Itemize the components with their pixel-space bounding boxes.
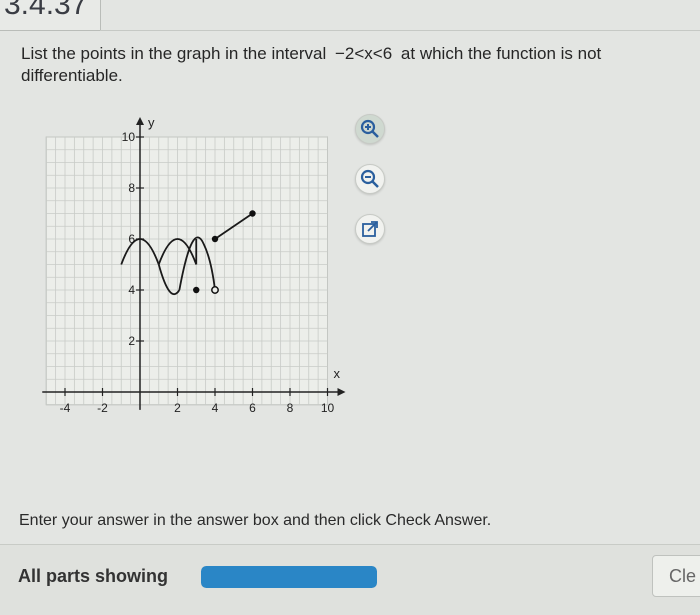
x-axis-label: x <box>334 366 341 381</box>
x-tick-label: 10 <box>321 401 335 415</box>
clear-all-button[interactable]: Cle <box>652 555 700 597</box>
x-tick-label: 6 <box>249 401 256 415</box>
instruction-text: Enter your answer in the answer box and … <box>19 512 492 529</box>
graph-filled-point <box>211 235 219 243</box>
progress-bar <box>201 566 377 588</box>
zoom-in-button[interactable] <box>355 114 385 144</box>
external-link-icon <box>362 221 378 237</box>
zoom-out-button[interactable] <box>355 164 385 194</box>
x-tick-label: 8 <box>287 401 294 415</box>
x-axis-arrow <box>337 388 346 396</box>
y-axis-arrow <box>136 117 144 125</box>
progress-fill <box>201 566 377 588</box>
zoom-in-icon <box>360 119 379 138</box>
parts-showing-label: All parts showing <box>18 566 169 586</box>
graph-open-point <box>211 286 219 294</box>
x-tick-label: 2 <box>174 401 181 415</box>
x-tick-label: 4 <box>212 401 219 415</box>
footer-bar: All parts showing Cle <box>0 544 700 615</box>
graph-filled-point <box>249 210 256 217</box>
y-tick-label: 10 <box>122 130 136 144</box>
y-axis-label: y <box>148 115 155 130</box>
y-tick-label: 4 <box>128 283 135 297</box>
graph-filled-point <box>193 286 200 294</box>
open-external-button[interactable] <box>355 214 385 244</box>
x-tick-label: -2 <box>97 401 108 415</box>
y-tick-label: 2 <box>128 334 135 348</box>
zoom-out-icon <box>360 169 379 188</box>
x-tick-label: -4 <box>60 401 71 415</box>
y-tick-label: 8 <box>128 181 135 195</box>
